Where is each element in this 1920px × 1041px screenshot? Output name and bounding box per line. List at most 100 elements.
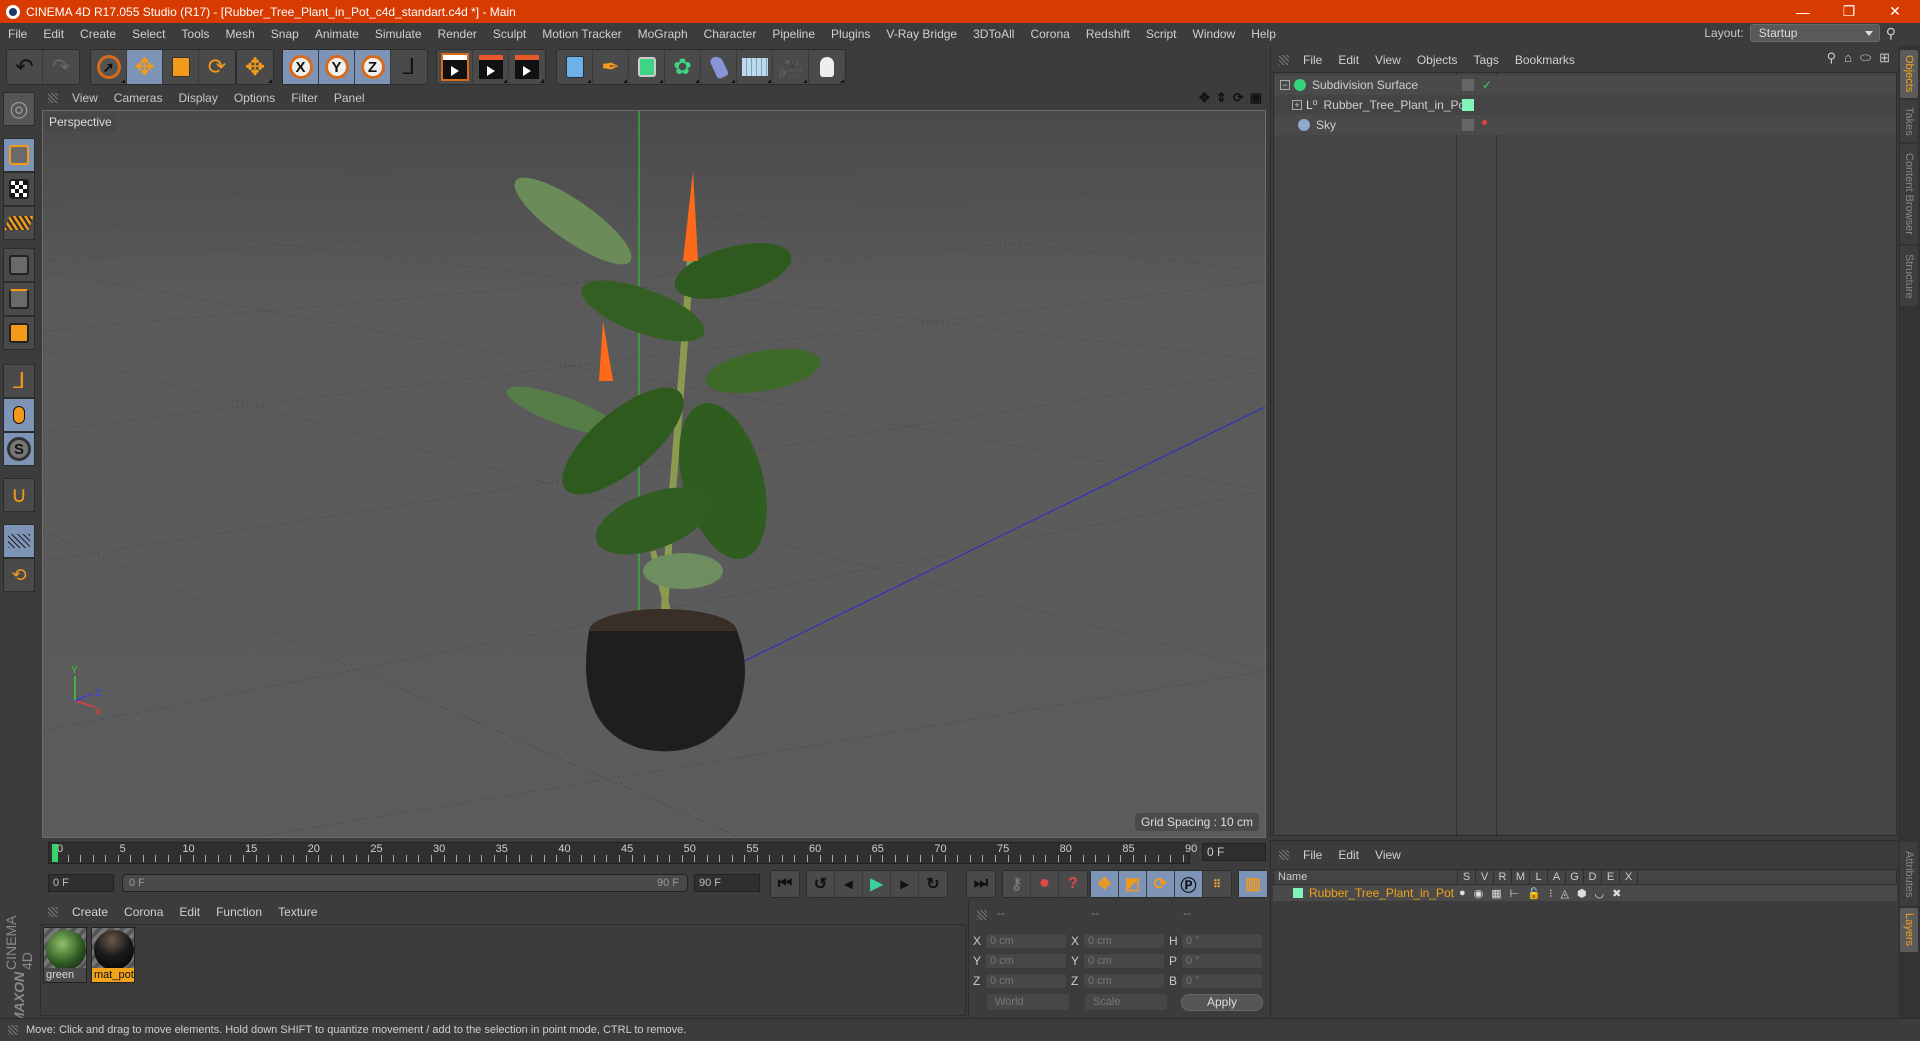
- menu-select[interactable]: Select: [124, 23, 173, 45]
- move-icon[interactable]: ✥: [127, 50, 163, 84]
- solo-mode-icon[interactable]: S: [3, 432, 35, 466]
- pan-view-icon[interactable]: ✥: [1199, 90, 1210, 106]
- eye-toggle-icon[interactable]: ⬭: [1860, 50, 1871, 66]
- play-icon[interactable]: ▶: [863, 871, 891, 897]
- layer-row[interactable]: Rubber_Tree_Plant_in_Pot ● ◉ ▦ ⊢ 🔓 ⁝ ◬ ⬢…: [1273, 885, 1897, 901]
- col-locked[interactable]: L: [1530, 870, 1548, 884]
- record-lock-icon[interactable]: ⚷: [1003, 871, 1031, 897]
- minimize-button[interactable]: —: [1780, 0, 1826, 23]
- mm-menu-create[interactable]: Create: [64, 905, 116, 919]
- mm-menu-texture[interactable]: Texture: [270, 905, 325, 919]
- viewport-menu-panel[interactable]: Panel: [326, 91, 373, 105]
- render-picture-viewer-icon[interactable]: [473, 50, 509, 84]
- generators-toggle-icon[interactable]: ◬: [1560, 887, 1568, 900]
- pos-z-field[interactable]: 0 cm: [985, 973, 1067, 989]
- col-solo[interactable]: S: [1458, 870, 1476, 884]
- collapse-toggle[interactable]: −: [1280, 80, 1290, 90]
- layer-color-swatch[interactable]: [1293, 888, 1303, 898]
- toggle-panel-icon[interactable]: ▣: [1250, 90, 1262, 106]
- next-frame-icon[interactable]: ▸: [891, 871, 919, 897]
- timeline-ruler[interactable]: 0 5 10 15 20 25 30 35 40 45 50 55 60 65 70 75 80 85 90: [48, 842, 1197, 864]
- panel-grip-icon[interactable]: [1279, 850, 1289, 860]
- scale-icon[interactable]: [163, 50, 199, 84]
- edges-mode-icon[interactable]: [3, 282, 35, 316]
- current-frame-field[interactable]: 0 F: [1202, 843, 1266, 861]
- menu-pipeline[interactable]: Pipeline: [764, 23, 823, 45]
- rot-b-field[interactable]: 0 °: [1181, 973, 1263, 989]
- col-xrefs[interactable]: X: [1620, 870, 1638, 884]
- col-deformers[interactable]: D: [1584, 870, 1602, 884]
- tab-content-browser[interactable]: Content Browser: [1900, 144, 1918, 244]
- subdivision-surface-icon[interactable]: [629, 50, 665, 84]
- panel-grip-icon[interactable]: [48, 907, 58, 917]
- orbit-view-icon[interactable]: ⟳: [1233, 90, 1244, 106]
- om-menu-bookmarks[interactable]: Bookmarks: [1507, 53, 1583, 67]
- menu-file[interactable]: File: [0, 23, 35, 45]
- manager-toggle-icon[interactable]: ⊢: [1510, 887, 1520, 900]
- animation-toggle-icon[interactable]: ⁝: [1549, 887, 1553, 900]
- size-mode-dropdown[interactable]: Scale: [1085, 994, 1167, 1010]
- mm-menu-edit[interactable]: Edit: [171, 905, 208, 919]
- col-generators[interactable]: G: [1566, 870, 1584, 884]
- menu-sculpt[interactable]: Sculpt: [485, 23, 534, 45]
- om-menu-objects[interactable]: Objects: [1409, 53, 1466, 67]
- maximize-button[interactable]: ❐: [1826, 0, 1872, 23]
- editor-render-toggle[interactable]: [1462, 119, 1474, 131]
- col-name[interactable]: Name: [1274, 870, 1458, 884]
- keyframe-selection-icon[interactable]: ?: [1059, 871, 1087, 897]
- menu-plugins[interactable]: Plugins: [823, 23, 878, 45]
- xrefs-toggle-icon[interactable]: ✖: [1612, 887, 1621, 900]
- x-axis-lock-icon[interactable]: X: [283, 50, 319, 84]
- menu-mograph[interactable]: MoGraph: [630, 23, 696, 45]
- key-position-icon[interactable]: ✥: [1091, 871, 1119, 897]
- size-z-field[interactable]: 0 cm: [1083, 973, 1165, 989]
- redo-icon[interactable]: ↷: [43, 50, 79, 84]
- range-slider[interactable]: 0 F 90 F: [122, 874, 688, 892]
- y-axis-lock-icon[interactable]: Y: [319, 50, 355, 84]
- next-key-icon[interactable]: ↻: [919, 871, 947, 897]
- tab-attributes[interactable]: Attributes: [1900, 842, 1918, 906]
- viewport-menu-options[interactable]: Options: [226, 91, 283, 105]
- points-mode-icon[interactable]: [3, 248, 35, 282]
- object-row-subdivision-surface[interactable]: − Subdivision Surface ✓: [1274, 75, 1896, 95]
- camera-icon[interactable]: 🎥: [773, 50, 809, 84]
- autokey-icon[interactable]: ⏺: [1031, 871, 1059, 897]
- key-rotation-icon[interactable]: ⟳: [1147, 871, 1175, 897]
- menu-create[interactable]: Create: [72, 23, 124, 45]
- coordinate-space-dropdown[interactable]: World: [987, 994, 1069, 1010]
- menu-motion-tracker[interactable]: Motion Tracker: [534, 23, 629, 45]
- axis-mode-icon[interactable]: ⅃: [3, 364, 35, 398]
- panel-grip-icon[interactable]: [1279, 55, 1289, 65]
- col-view[interactable]: V: [1476, 870, 1494, 884]
- menu-help[interactable]: Help: [1243, 23, 1284, 45]
- menu-snap[interactable]: Snap: [263, 23, 307, 45]
- mm-menu-function[interactable]: Function: [208, 905, 270, 919]
- menu-character[interactable]: Character: [696, 23, 765, 45]
- search-icon[interactable]: ⚲: [1886, 25, 1896, 42]
- viewport-menu-display[interactable]: Display: [170, 91, 225, 105]
- z-axis-lock-icon[interactable]: Z: [355, 50, 391, 84]
- expressions-toggle-icon[interactable]: ◡: [1595, 887, 1605, 900]
- size-y-field[interactable]: 0 cm: [1083, 953, 1165, 969]
- col-expressions[interactable]: E: [1602, 870, 1620, 884]
- lm-menu-file[interactable]: File: [1295, 848, 1330, 862]
- om-menu-edit[interactable]: Edit: [1330, 53, 1367, 67]
- rot-h-field[interactable]: 0 °: [1181, 933, 1263, 949]
- material-mat-pot[interactable]: mat_pot: [91, 927, 135, 983]
- size-x-field[interactable]: 0 cm: [1083, 933, 1165, 949]
- menu-mesh[interactable]: Mesh: [217, 23, 262, 45]
- tab-layers[interactable]: Layers: [1900, 908, 1918, 952]
- key-scale-icon[interactable]: ◩: [1119, 871, 1147, 897]
- layout-dropdown[interactable]: Startup: [1749, 24, 1880, 42]
- workplane-align-icon[interactable]: ⟲: [3, 558, 35, 592]
- render-view-icon[interactable]: [437, 50, 473, 84]
- visible-toggle-icon[interactable]: ◉: [1474, 887, 1484, 900]
- om-menu-tags[interactable]: Tags: [1466, 53, 1507, 67]
- object-row-rubber-tree[interactable]: + L⁰ Rubber_Tree_Plant_in_Pot: [1274, 95, 1896, 115]
- start-frame-field[interactable]: 0 F: [48, 874, 114, 892]
- 3d-viewport[interactable]: Y Z X Perspective Grid Spacing : 10 cm: [42, 110, 1266, 838]
- render-toggle-icon[interactable]: ▦: [1491, 887, 1501, 900]
- cube-primitive-icon[interactable]: [557, 50, 593, 84]
- lm-menu-view[interactable]: View: [1367, 848, 1409, 862]
- search-icon[interactable]: ⚲: [1827, 50, 1837, 66]
